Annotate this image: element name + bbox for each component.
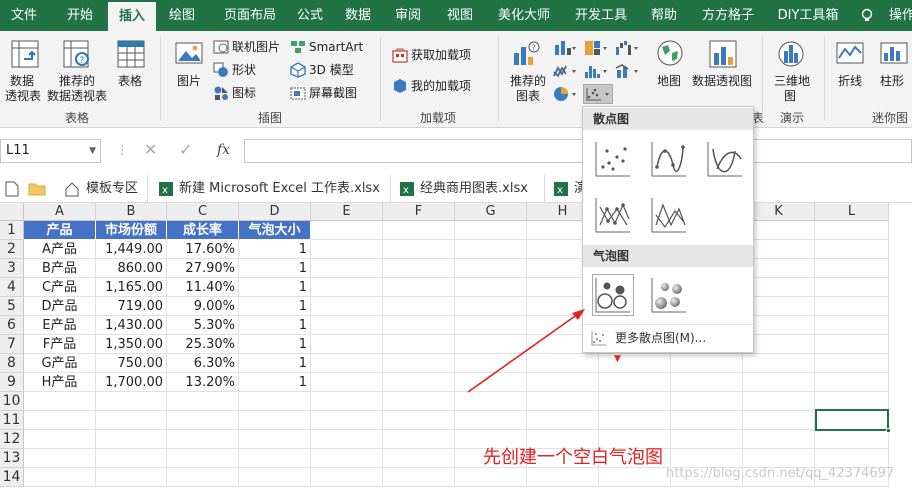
excel-window: { "ribbon_tabs": ["文件", "开始", "插入", "绘图"… (0, 0, 912, 494)
annotation-arrow (467, 309, 585, 393)
annotation-text: 先创建一个空白气泡图 (483, 447, 663, 468)
watermark: https://blog.csdn.net/qq_42374697 (666, 466, 895, 481)
